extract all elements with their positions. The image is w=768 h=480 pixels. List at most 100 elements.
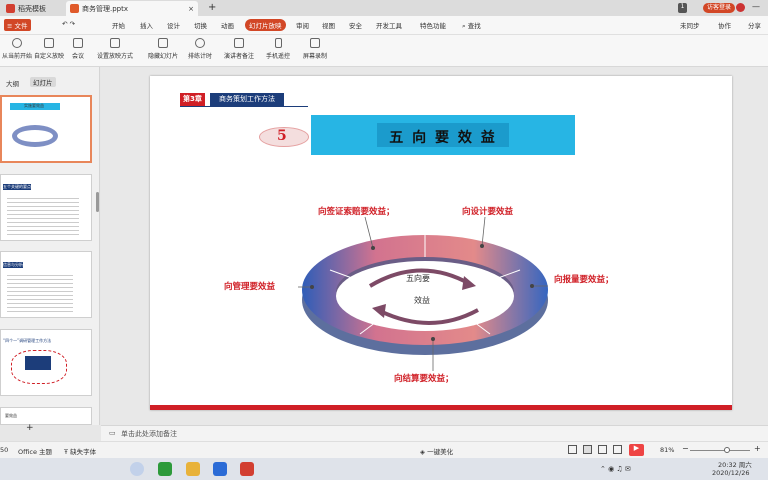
search-icon: ⌕ bbox=[462, 22, 466, 30]
play-icon bbox=[12, 38, 22, 48]
tab-security[interactable]: 安全 bbox=[349, 20, 362, 30]
play-from-current-button[interactable]: 从当前开始 bbox=[2, 38, 32, 60]
tab-animation[interactable]: 动画 bbox=[221, 20, 234, 30]
search-label: 查找 bbox=[467, 22, 481, 30]
zoom-slider[interactable] bbox=[690, 450, 750, 451]
slide-thumbnail[interactable]: “四个一”调研管理工作方法 bbox=[0, 329, 92, 396]
presenter-notes-button[interactable]: 演讲者备注 bbox=[224, 38, 254, 60]
avatar-icon[interactable] bbox=[736, 3, 745, 12]
close-tab-icon[interactable]: × bbox=[188, 5, 194, 13]
meeting-button[interactable]: 会议 bbox=[72, 38, 84, 60]
excel-icon[interactable] bbox=[158, 462, 172, 476]
label-left: 向管理要效益 bbox=[224, 282, 276, 292]
sync-status[interactable]: 未同步 bbox=[680, 20, 700, 30]
tab-review[interactable]: 审阅 bbox=[296, 20, 309, 30]
toolbar-label: 屏幕录制 bbox=[303, 53, 328, 60]
tab-design[interactable]: 设计 bbox=[167, 20, 180, 30]
settings-icon bbox=[110, 38, 120, 48]
reading-view-icon[interactable] bbox=[598, 445, 607, 454]
tab-developer[interactable]: 开发工具 bbox=[376, 20, 402, 30]
label-top-right: 向设计要效益 bbox=[462, 207, 514, 217]
thumb-title: 五个关键的要点 bbox=[3, 184, 31, 190]
beautify-icon: ◈ bbox=[420, 448, 425, 456]
clock-date: 2020/12/26 bbox=[712, 469, 750, 477]
custom-show-button[interactable]: 自定义放映 bbox=[34, 38, 64, 60]
outline-tab[interactable]: 大纲 bbox=[6, 78, 19, 88]
label-right: 向报量要效益； bbox=[554, 275, 614, 285]
system-tray-icon[interactable]: ⌃ ◉ ♫ ✉ bbox=[600, 465, 631, 473]
screen-record-button[interactable]: 屏幕录制 bbox=[303, 38, 327, 60]
toolbar-label: 设置放映方式 bbox=[97, 53, 134, 60]
beautify-button[interactable]: ◈ 一键美化 bbox=[420, 446, 453, 456]
os-taskbar: ⌃ ◉ ♫ ✉ 20:32 周六 2020/12/26 bbox=[0, 458, 768, 480]
meeting-icon bbox=[73, 38, 83, 48]
toolbar-label: 隐藏幻灯片 bbox=[148, 53, 179, 60]
tab-document[interactable]: 商务管理.pptx × bbox=[66, 1, 198, 16]
minimize-icon[interactable]: — bbox=[752, 2, 760, 11]
slide-thumbnail[interactable]: 实施要效益 bbox=[0, 95, 92, 163]
thumb-ring bbox=[12, 125, 58, 147]
collab-button[interactable]: 协作 bbox=[718, 20, 731, 30]
custom-show-icon bbox=[44, 38, 54, 48]
wps-icon[interactable] bbox=[240, 462, 254, 476]
tab-daoke[interactable]: 稻壳模板 bbox=[2, 1, 64, 16]
daoke-logo-icon bbox=[6, 4, 15, 13]
record-icon bbox=[310, 38, 320, 48]
notes-bar[interactable]: ▭ 单击此处添加备注 bbox=[101, 425, 768, 441]
slides-tab[interactable]: 幻灯片 bbox=[30, 77, 56, 87]
toolbar-label: 演讲者备注 bbox=[224, 53, 255, 60]
ribbon-tab-bar: ≡ 文件 ↶ ↷ 开始 插入 设计 切换 动画 幻灯片放映 审阅 视图 安全 开… bbox=[0, 16, 768, 35]
toolbar-label: 手机遥控 bbox=[266, 53, 291, 60]
tab-insert[interactable]: 插入 bbox=[140, 20, 153, 30]
phone-icon bbox=[274, 38, 282, 48]
thumb-text-lines bbox=[7, 272, 73, 312]
login-button[interactable]: 访客登录 bbox=[703, 3, 736, 13]
slide-thumbnail[interactable]: 要效益 bbox=[0, 407, 92, 425]
rehearse-timing-button[interactable]: 排练计时 bbox=[188, 38, 212, 60]
grid-view-icon[interactable] bbox=[613, 445, 622, 454]
normal-view-icon[interactable] bbox=[568, 445, 577, 454]
theme-label[interactable]: Office 主题 bbox=[18, 446, 52, 456]
thumb-title: 信息与分析 bbox=[3, 262, 23, 268]
tab-transition[interactable]: 切换 bbox=[194, 20, 207, 30]
undo-icon[interactable]: ↶ ↷ bbox=[62, 20, 75, 28]
notes-placeholder[interactable]: 单击此处添加备注 bbox=[121, 429, 177, 439]
search-icon[interactable] bbox=[130, 462, 144, 476]
slide-canvas[interactable]: 第3章 商务策划工作方法 5 五 向 要 效 益 五向要 效益 向签证索赔要效益… bbox=[150, 76, 732, 410]
add-slide-button[interactable]: + bbox=[26, 423, 34, 433]
toolbar-label: 自定义放映 bbox=[34, 53, 65, 60]
tab-label: 商务管理.pptx bbox=[82, 4, 128, 13]
notes-icon: ▭ bbox=[109, 429, 116, 437]
font-icon: Ŧ bbox=[64, 448, 68, 456]
slide-thumbnail[interactable]: 信息与分析 bbox=[0, 251, 92, 318]
toolbar-label: 排练计时 bbox=[188, 53, 213, 60]
share-button[interactable]: 分享 bbox=[748, 20, 761, 30]
zoom-in-icon[interactable]: + bbox=[754, 444, 761, 453]
hide-slide-button[interactable]: 隐藏幻灯片 bbox=[148, 38, 178, 60]
tab-features[interactable]: 特色功能 bbox=[420, 20, 446, 30]
label-top-left: 向签证索赔要效益； bbox=[318, 207, 395, 217]
thumb-mindmap-branches bbox=[11, 350, 67, 384]
file-menu-button[interactable]: ≡ 文件 bbox=[4, 19, 31, 31]
slide-sorter-icon[interactable] bbox=[583, 445, 592, 454]
search-box[interactable]: ⌕ 查找 bbox=[462, 20, 481, 31]
show-settings-button[interactable]: 设置放映方式 bbox=[97, 38, 133, 60]
tab-home[interactable]: 开始 bbox=[112, 20, 125, 30]
phone-remote-button[interactable]: 手机遥控 bbox=[266, 38, 290, 60]
file-explorer-icon[interactable] bbox=[186, 462, 200, 476]
slide-thumbnail[interactable]: 五个关键的要点 bbox=[0, 174, 92, 241]
thumb-scrollbar[interactable] bbox=[96, 192, 99, 212]
title-bar: 稻壳模板 商务管理.pptx × + 1 访客登录 — bbox=[0, 0, 768, 16]
play-slideshow-icon[interactable]: ▶ bbox=[629, 444, 644, 456]
word-icon[interactable] bbox=[213, 462, 227, 476]
tab-view[interactable]: 视图 bbox=[322, 20, 335, 30]
zoom-level: 81% bbox=[660, 446, 675, 454]
tab-slideshow[interactable]: 幻灯片放映 bbox=[245, 19, 286, 31]
new-tab-button[interactable]: + bbox=[208, 2, 216, 13]
footer-bar bbox=[150, 405, 732, 410]
beautify-label: 一键美化 bbox=[427, 448, 454, 456]
missing-font-button[interactable]: Ŧ 缺失字体 bbox=[64, 446, 96, 456]
zoom-out-icon[interactable]: − bbox=[682, 444, 689, 453]
missing-font-label: 缺失字体 bbox=[70, 448, 97, 456]
zoom-slider-thumb[interactable] bbox=[724, 447, 730, 453]
